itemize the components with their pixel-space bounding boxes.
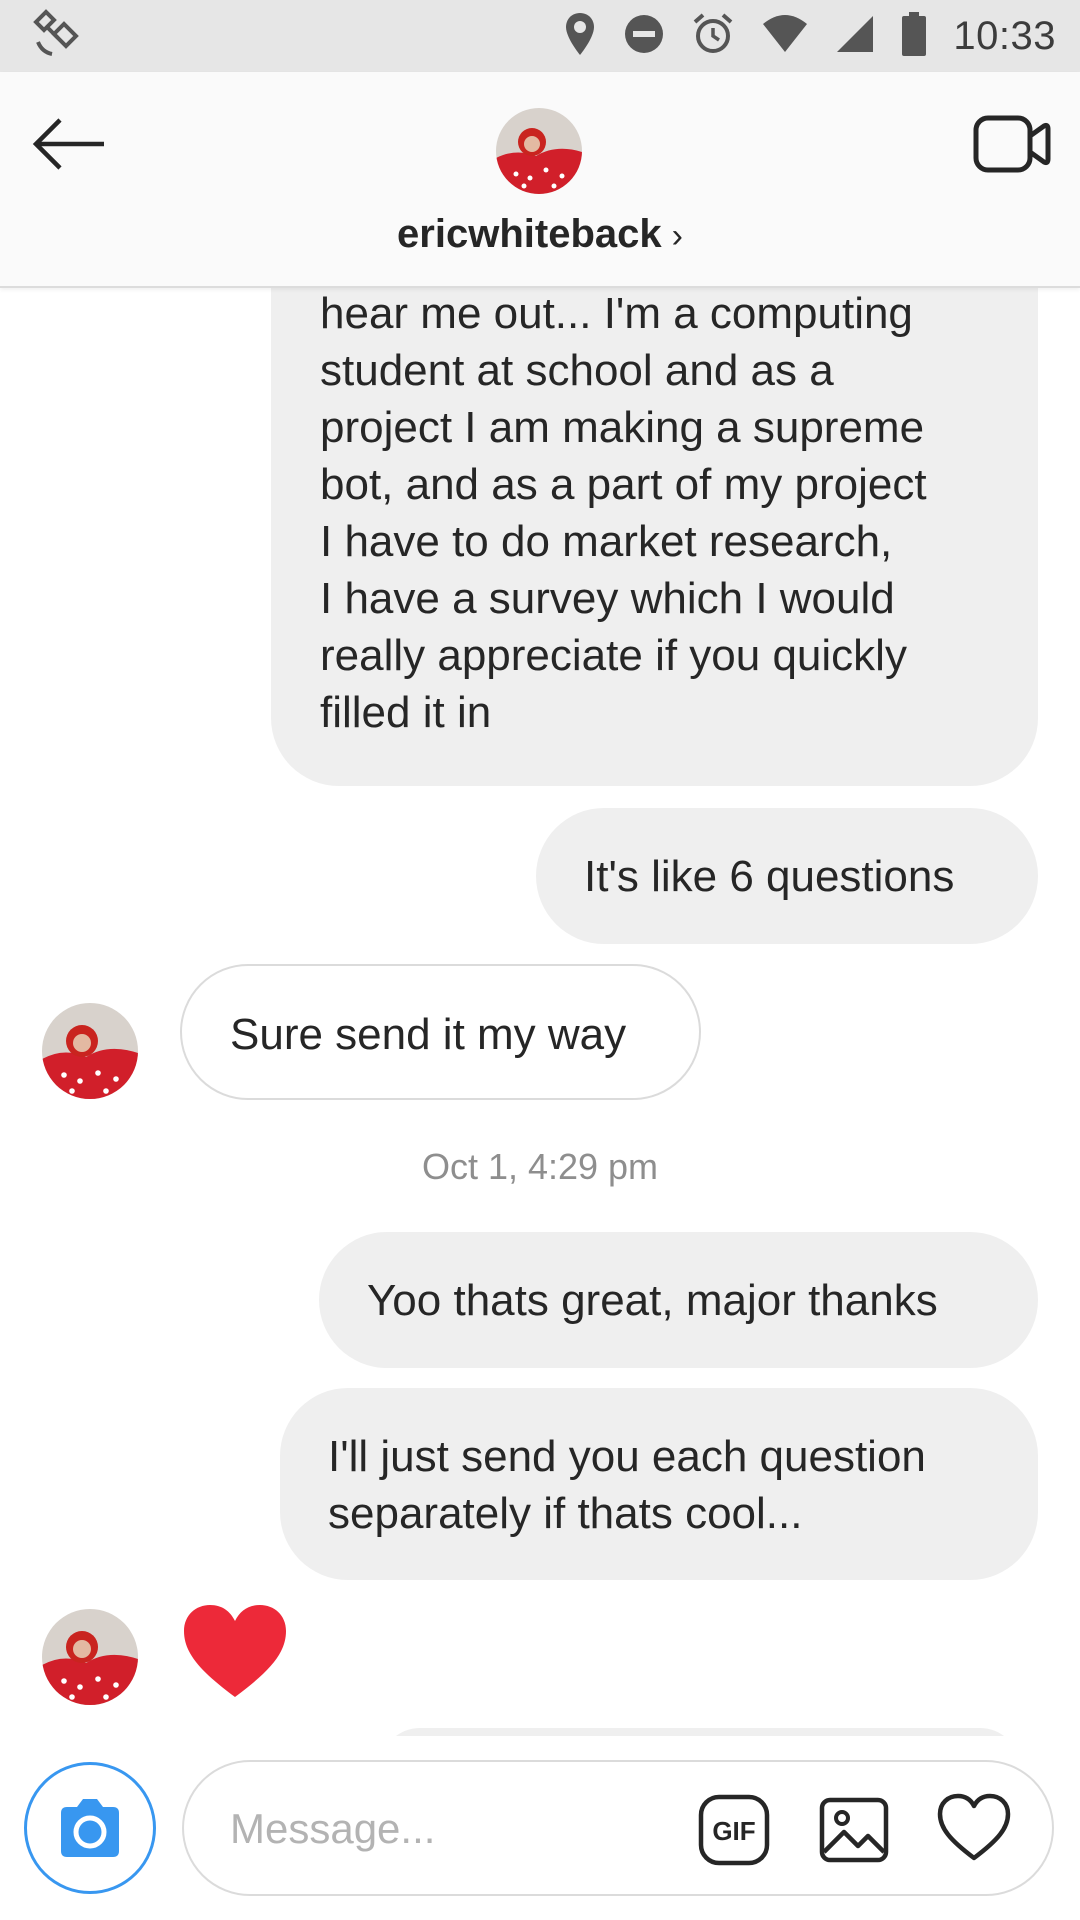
thread-header: ericwhiteback › xyxy=(0,72,1080,288)
like-button[interactable] xyxy=(936,1792,1012,1868)
message-text: Sure send it my way xyxy=(230,1010,627,1059)
message-text: Yoo thats great, major thanks xyxy=(367,1276,938,1325)
message-line: filled it in xyxy=(320,688,492,737)
sender-avatar[interactable] xyxy=(42,1003,138,1099)
gif-label: GIF xyxy=(712,1816,755,1846)
header-username: ericwhiteback xyxy=(397,212,662,256)
message-line: really appreciate if you quickly xyxy=(320,631,907,680)
message-input[interactable] xyxy=(230,1802,650,1856)
battery-icon xyxy=(901,11,927,61)
message-line: I have a survey which I would xyxy=(320,574,895,623)
gif-icon: GIF xyxy=(698,1794,770,1866)
message-bubble-sent[interactable] xyxy=(380,1728,1020,1736)
back-arrow-icon xyxy=(32,118,104,170)
video-camera-icon xyxy=(973,115,1051,173)
video-call-button[interactable] xyxy=(972,112,1052,176)
message-bubble-sent[interactable]: I'll just send you each question separat… xyxy=(280,1388,1038,1580)
message-line: hear me out... I'm a computing xyxy=(320,289,913,338)
status-bar: 10:33 xyxy=(0,0,1080,72)
chevron-right-icon: › xyxy=(671,217,683,255)
message-line: student at school and as a xyxy=(320,346,834,395)
gallery-button[interactable] xyxy=(818,1794,890,1866)
image-icon xyxy=(819,1797,889,1863)
screen: 10:33 ericwhiteback › hear me out... I'm… xyxy=(0,0,1080,1920)
signal-icon xyxy=(835,14,875,59)
message-composer: GIF xyxy=(0,1736,1080,1920)
message-timestamp: Oct 1, 4:29 pm xyxy=(421,1146,659,1187)
sender-avatar[interactable] xyxy=(42,1609,138,1705)
location-icon xyxy=(563,11,597,62)
header-username-row[interactable]: ericwhiteback › xyxy=(0,212,1080,257)
message-line: bot, and as a part of my project xyxy=(320,460,927,509)
message-line: I'll just send you each question xyxy=(328,1432,926,1481)
heart-outline-icon xyxy=(937,1793,1011,1861)
camera-button[interactable] xyxy=(24,1762,156,1894)
satellite-icon xyxy=(28,8,80,65)
do-not-disturb-icon xyxy=(623,13,665,60)
message-line: project I am making a supreme xyxy=(320,403,925,452)
alarm-icon xyxy=(691,12,735,61)
back-button[interactable] xyxy=(30,114,110,174)
message-box: GIF xyxy=(182,1760,1054,1896)
message-bubble-sent[interactable]: g hear me out... I'm a computing student… xyxy=(271,288,1038,786)
message-text: It's like 6 questions xyxy=(584,852,955,901)
header-avatar[interactable] xyxy=(496,108,582,194)
message-bubble-received[interactable]: Sure send it my way xyxy=(180,964,701,1100)
heart-reaction[interactable] xyxy=(180,1601,290,1701)
gif-button[interactable]: GIF xyxy=(698,1794,770,1866)
message-thread[interactable]: g hear me out... I'm a computing student… xyxy=(0,288,1080,1736)
wifi-icon xyxy=(761,14,809,59)
heart-icon xyxy=(184,1605,286,1697)
message-bubble-sent[interactable]: It's like 6 questions xyxy=(536,808,1038,944)
message-line: I have to do market research, xyxy=(320,517,893,566)
message-bubble-sent[interactable]: Yoo thats great, major thanks xyxy=(319,1232,1038,1368)
camera-icon xyxy=(61,1799,119,1857)
message-line: separately if thats cool... xyxy=(328,1489,803,1538)
status-time: 10:33 xyxy=(953,13,1056,58)
